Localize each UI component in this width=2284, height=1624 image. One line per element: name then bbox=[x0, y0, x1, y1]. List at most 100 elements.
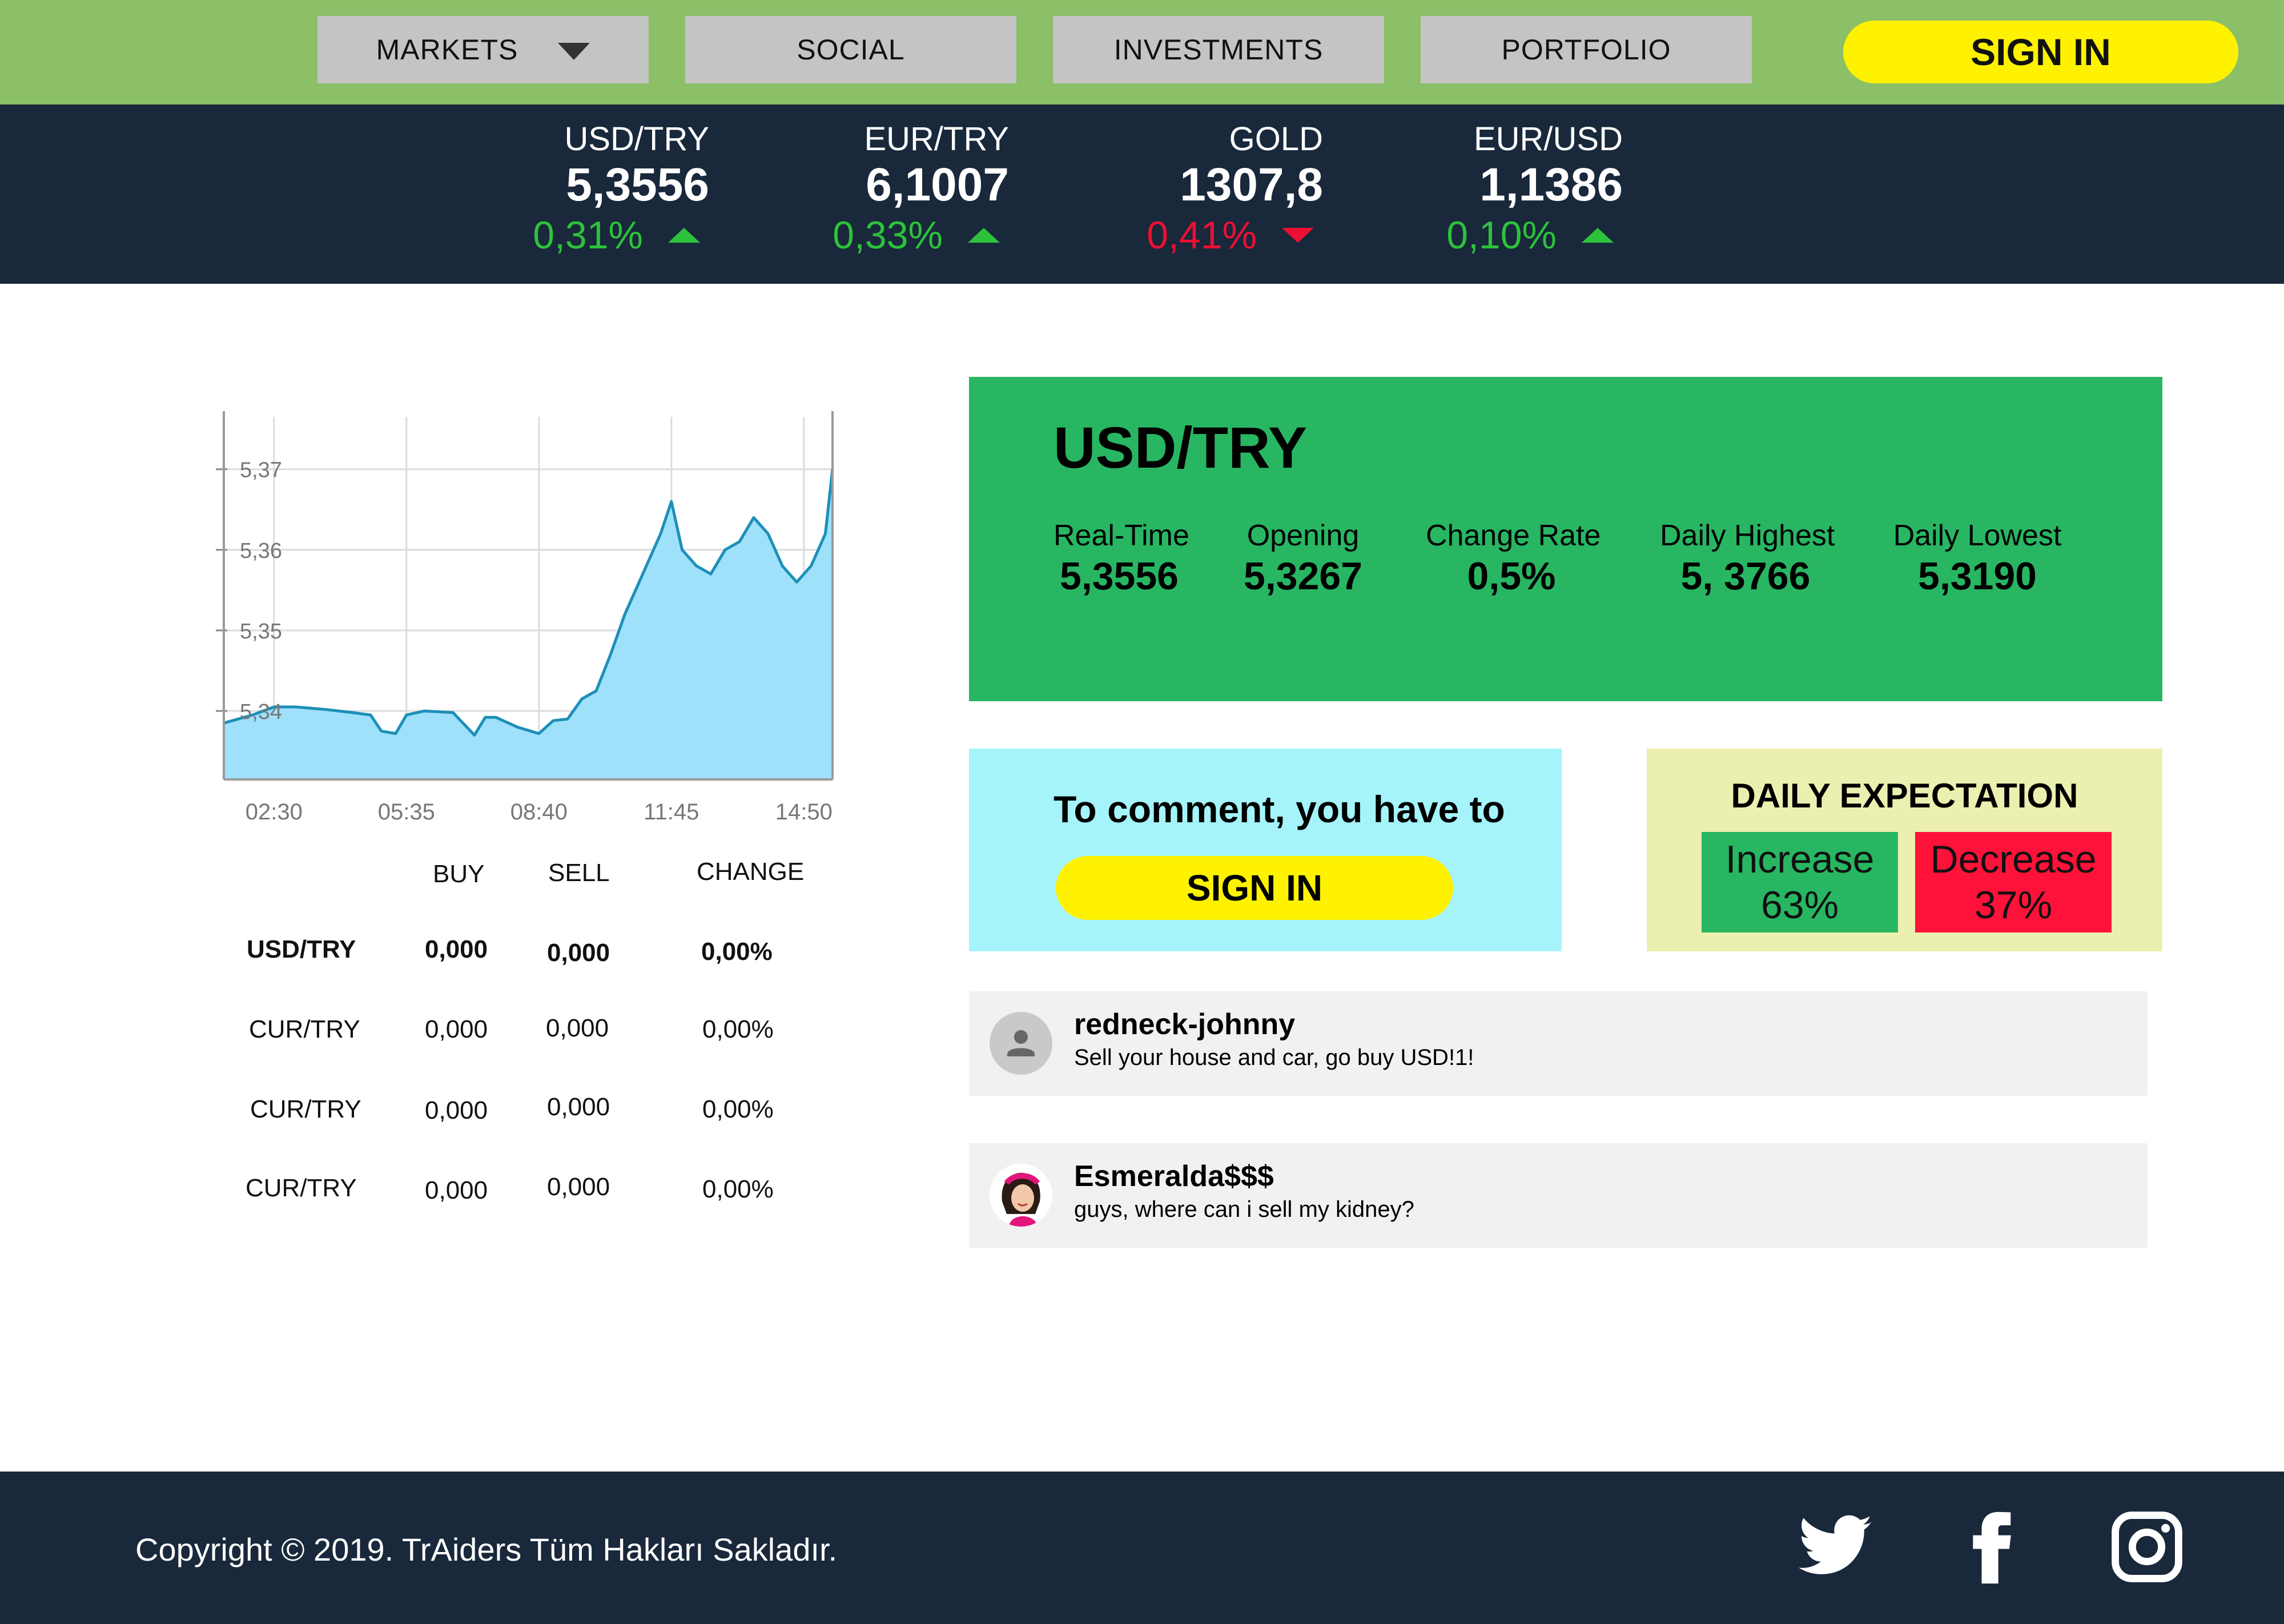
stat-daily-lowest: Daily Lowest 5,3190 bbox=[1892, 518, 2063, 598]
user-icon bbox=[1007, 1030, 1035, 1056]
stat-change-rate: Change Rate 0,5% bbox=[1426, 518, 1601, 598]
ticker-change: 0,41% bbox=[1147, 214, 1257, 257]
stat-opening: Opening 5,3267 bbox=[1237, 518, 1369, 598]
instagram-icon[interactable] bbox=[2107, 1507, 2187, 1587]
x-tick-label: 14:50 bbox=[775, 799, 833, 822]
table-header-sell: SELL bbox=[548, 859, 610, 887]
nav-investments[interactable]: INVESTMENTS bbox=[1053, 16, 1384, 83]
comment-item: redneck-johnny Sell your house and car, … bbox=[969, 991, 2148, 1096]
ticker-item-eur-try[interactable]: EUR/TRY 6,1007 0,33% bbox=[769, 119, 1009, 260]
x-tick-label: 08:40 bbox=[510, 799, 568, 822]
copyright-text: Copyright © 2019. TrAiders Tüm Hakları S… bbox=[135, 1531, 838, 1567]
avatar[interactable] bbox=[990, 1012, 1052, 1075]
x-tick-label: 02:30 bbox=[246, 799, 303, 822]
ticker-change: 0,31% bbox=[533, 214, 643, 257]
row-buy: 0,000 bbox=[425, 1096, 488, 1124]
row-pair: USD/TRY bbox=[247, 935, 356, 963]
arrow-down-icon bbox=[1282, 228, 1314, 243]
row-buy: 0,000 bbox=[425, 935, 488, 963]
pair-summary-panel: USD/TRY Real-Time 5,3556 Opening 5,3267 … bbox=[969, 377, 2162, 701]
chevron-down-icon bbox=[558, 43, 590, 60]
price-chart[interactable]: 5,37 5,36 5,35 5,34 02:30 05:35 08:40 11:45 14:5… bbox=[206, 411, 868, 822]
y-tick-label: 5,36 bbox=[240, 539, 282, 563]
stat-real-time: Real-Time 5,3556 bbox=[1053, 518, 1189, 598]
row-buy: 0,000 bbox=[425, 1015, 488, 1043]
stat-daily-highest: Daily Highest 5, 3766 bbox=[1660, 518, 1835, 598]
nav-item-label: SOCIAL bbox=[797, 34, 905, 66]
increase-label: Increase bbox=[1725, 838, 1875, 881]
decrease-value: 37% bbox=[1974, 883, 2053, 927]
comment-prompt: To comment, you have to SIGN IN bbox=[969, 749, 1562, 951]
ticker-value: 1307,8 bbox=[1180, 159, 1323, 211]
ticker-name: GOLD bbox=[1229, 120, 1323, 158]
row-pair: CUR/TRY bbox=[249, 1015, 360, 1043]
ticker-value: 1,1386 bbox=[1479, 159, 1623, 211]
daily-expectation-title: DAILY EXPECTATION bbox=[1731, 777, 2078, 815]
row-change: 0,00% bbox=[701, 938, 773, 966]
row-sell: 0,000 bbox=[547, 939, 610, 967]
row-pair: CUR/TRY bbox=[246, 1174, 357, 1202]
footer: Copyright © 2019. TrAiders Tüm Hakları S… bbox=[0, 1472, 2284, 1624]
comment-username[interactable]: redneck-johnny bbox=[1074, 1007, 1295, 1042]
table-row[interactable]: USD/TRY 0,000 0,000 0,00% bbox=[240, 932, 839, 972]
comment-prompt-text: To comment, you have to bbox=[1053, 788, 1505, 830]
nav-social[interactable]: SOCIAL bbox=[685, 16, 1016, 83]
nav-item-label: PORTFOLIO bbox=[1501, 34, 1671, 66]
avatar[interactable] bbox=[990, 1164, 1052, 1227]
stat-label: Daily Highest bbox=[1660, 519, 1835, 552]
row-sell: 0,000 bbox=[546, 1014, 609, 1042]
ticker-bar: USD/TRY 5,3556 0,31% EUR/TRY 6,1007 0,33… bbox=[0, 104, 2284, 284]
summary-title: USD/TRY bbox=[1053, 415, 1307, 480]
table-row[interactable]: CUR/TRY 0,000 0,000 0,00% bbox=[240, 1171, 839, 1211]
facebook-icon[interactable] bbox=[1952, 1507, 2032, 1587]
y-tick-label: 5,35 bbox=[240, 620, 282, 644]
arrow-up-icon bbox=[668, 228, 700, 243]
row-change: 0,00% bbox=[702, 1015, 774, 1043]
sign-in-button[interactable]: SIGN IN bbox=[1843, 21, 2238, 83]
nav-portfolio[interactable]: PORTFOLIO bbox=[1421, 16, 1752, 83]
ticker-value: 5,3556 bbox=[566, 159, 709, 211]
ticker-item-gold[interactable]: GOLD 1307,8 0,41% bbox=[1083, 119, 1323, 260]
y-tick-label: 5,34 bbox=[240, 700, 282, 724]
nav-markets-dropdown[interactable]: MARKETS bbox=[317, 16, 649, 83]
stat-value: 5,3267 bbox=[1244, 554, 1362, 598]
x-tick-label: 11:45 bbox=[644, 799, 699, 822]
arrow-up-icon bbox=[968, 228, 1000, 243]
stat-value: 5, 3766 bbox=[1680, 554, 1811, 598]
ticker-change: 0,10% bbox=[1446, 214, 1557, 257]
comment-text: guys, where can i sell my kidney? bbox=[1074, 1197, 1414, 1222]
arrow-up-icon bbox=[1582, 228, 1614, 243]
top-nav: MARKETS SOCIAL INVESTMENTS PORTFOLIO SIG… bbox=[0, 0, 2284, 104]
row-sell: 0,000 bbox=[547, 1173, 610, 1201]
row-buy: 0,000 bbox=[425, 1176, 488, 1204]
table-header-change: CHANGE bbox=[697, 858, 805, 886]
decrease-label: Decrease bbox=[1930, 838, 2097, 881]
stat-value: 5,3556 bbox=[1060, 554, 1179, 598]
y-tick-label: 5,37 bbox=[240, 459, 282, 483]
stat-value: 5,3190 bbox=[1918, 554, 2037, 598]
row-change: 0,00% bbox=[702, 1175, 774, 1203]
nav-item-label: MARKETS bbox=[376, 34, 518, 66]
comment-text: Sell your house and car, go buy USD!1! bbox=[1074, 1045, 1474, 1070]
nav-item-label: INVESTMENTS bbox=[1113, 34, 1324, 66]
row-pair: CUR/TRY bbox=[250, 1095, 361, 1123]
ticker-change: 0,33% bbox=[833, 214, 943, 257]
ticker-name: EUR/TRY bbox=[864, 120, 1009, 158]
ticker-item-eur-usd[interactable]: EUR/USD 1,1386 0,10% bbox=[1383, 119, 1623, 260]
table-row[interactable]: CUR/TRY 0,000 0,000 0,00% bbox=[240, 1012, 839, 1052]
ticker-item-usd-try[interactable]: USD/TRY 5,3556 0,31% bbox=[469, 119, 709, 260]
decrease-vote-button[interactable]: Decrease 37% bbox=[1915, 832, 2112, 932]
comment-item: Esmeralda$$$ guys, where can i sell my k… bbox=[969, 1143, 2148, 1248]
stat-label: Real-Time bbox=[1053, 519, 1189, 552]
table-header-buy: BUY bbox=[433, 860, 485, 888]
twitter-icon[interactable] bbox=[1795, 1507, 1875, 1587]
comment-username[interactable]: Esmeralda$$$ bbox=[1074, 1159, 1274, 1193]
ticker-name: USD/TRY bbox=[564, 120, 709, 158]
x-tick-label: 05:35 bbox=[378, 799, 435, 822]
table-row[interactable]: CUR/TRY 0,000 0,000 0,00% bbox=[240, 1091, 839, 1131]
comment-sign-in-button[interactable]: SIGN IN bbox=[1056, 856, 1453, 920]
increase-vote-button[interactable]: Increase 63% bbox=[1702, 832, 1898, 932]
ticker-value: 6,1007 bbox=[866, 159, 1009, 211]
stat-label: Opening bbox=[1246, 519, 1360, 552]
stat-label: Change Rate bbox=[1426, 519, 1601, 552]
